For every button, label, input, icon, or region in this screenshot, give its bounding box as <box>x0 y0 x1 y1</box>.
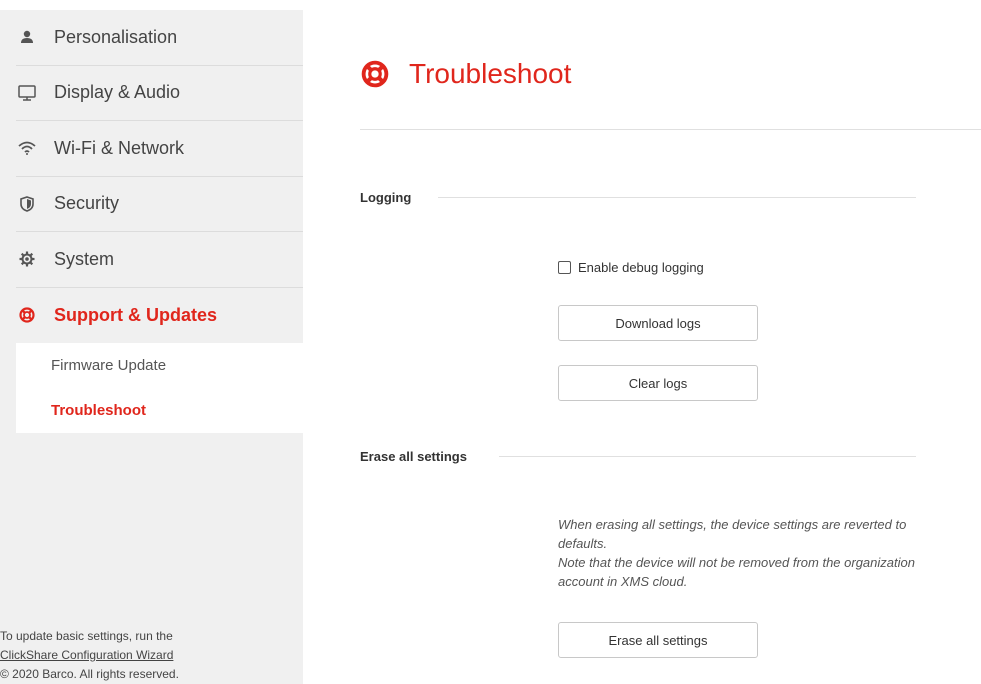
clear-logs-button[interactable]: Clear logs <box>558 365 758 401</box>
page-header: Troubleshoot <box>361 58 571 90</box>
configuration-wizard-link[interactable]: ClickShare Configuration Wizard <box>0 648 173 662</box>
user-icon <box>16 26 38 48</box>
sidebar-item-label: Security <box>54 193 120 214</box>
sidebar-item-label: Support & Updates <box>54 304 218 325</box>
page-title: Troubleshoot <box>409 58 572 89</box>
gear-icon <box>16 248 38 270</box>
footer-text: To update basic settings, run the <box>0 629 173 643</box>
subnav-item-troubleshoot[interactable]: Troubleshoot <box>16 388 303 433</box>
wifi-icon <box>16 137 38 159</box>
sidebar-item-label: Display & Audio <box>54 82 181 103</box>
shield-icon <box>16 193 38 215</box>
sidebar-footer: To update basic settings, run the ClickS… <box>0 627 179 684</box>
logging-section-title: Logging <box>360 190 412 205</box>
erase-section-title: Erase all settings <box>360 449 467 464</box>
lifebuoy-icon <box>16 304 38 326</box>
sidebar: Personalisation Display & Audio Wi-Fi & … <box>0 10 303 684</box>
header-divider <box>360 129 981 130</box>
debug-logging-row[interactable]: Enable debug logging <box>558 260 704 275</box>
sidebar-item-personalisation[interactable]: Personalisation <box>16 10 303 66</box>
debug-logging-checkbox[interactable] <box>558 261 571 274</box>
sidebar-item-label: System <box>54 248 115 269</box>
debug-logging-label: Enable debug logging <box>578 260 704 275</box>
erase-note-line2: Note that the device will not be removed… <box>558 555 915 589</box>
logging-section-divider <box>438 197 916 198</box>
erase-section-divider <box>499 456 916 457</box>
main-content: Troubleshoot Logging Enable debug loggin… <box>303 0 981 684</box>
erase-all-settings-button[interactable]: Erase all settings <box>558 622 758 658</box>
erase-note-line1: When erasing all settings, the device se… <box>558 517 907 551</box>
download-logs-button[interactable]: Download logs <box>558 305 758 341</box>
sidebar-item-label: Wi-Fi & Network <box>54 137 184 158</box>
sidebar-item-label: Personalisation <box>54 26 178 47</box>
copyright-text: © 2020 Barco. All rights reserved. <box>0 667 179 681</box>
lifebuoy-icon <box>361 60 389 88</box>
sidebar-item-display-audio[interactable]: Display & Audio <box>16 66 303 121</box>
sidebar-item-support-updates[interactable]: Support & Updates <box>16 288 303 344</box>
sidebar-item-security[interactable]: Security <box>16 177 303 232</box>
sidebar-item-wifi-network[interactable]: Wi-Fi & Network <box>16 121 303 177</box>
erase-note: When erasing all settings, the device se… <box>558 515 918 591</box>
subnav-item-firmware-update[interactable]: Firmware Update <box>16 343 303 388</box>
sidebar-item-system[interactable]: System <box>16 232 303 288</box>
support-subnav: Firmware Update Troubleshoot <box>16 343 303 433</box>
monitor-icon <box>16 82 38 104</box>
